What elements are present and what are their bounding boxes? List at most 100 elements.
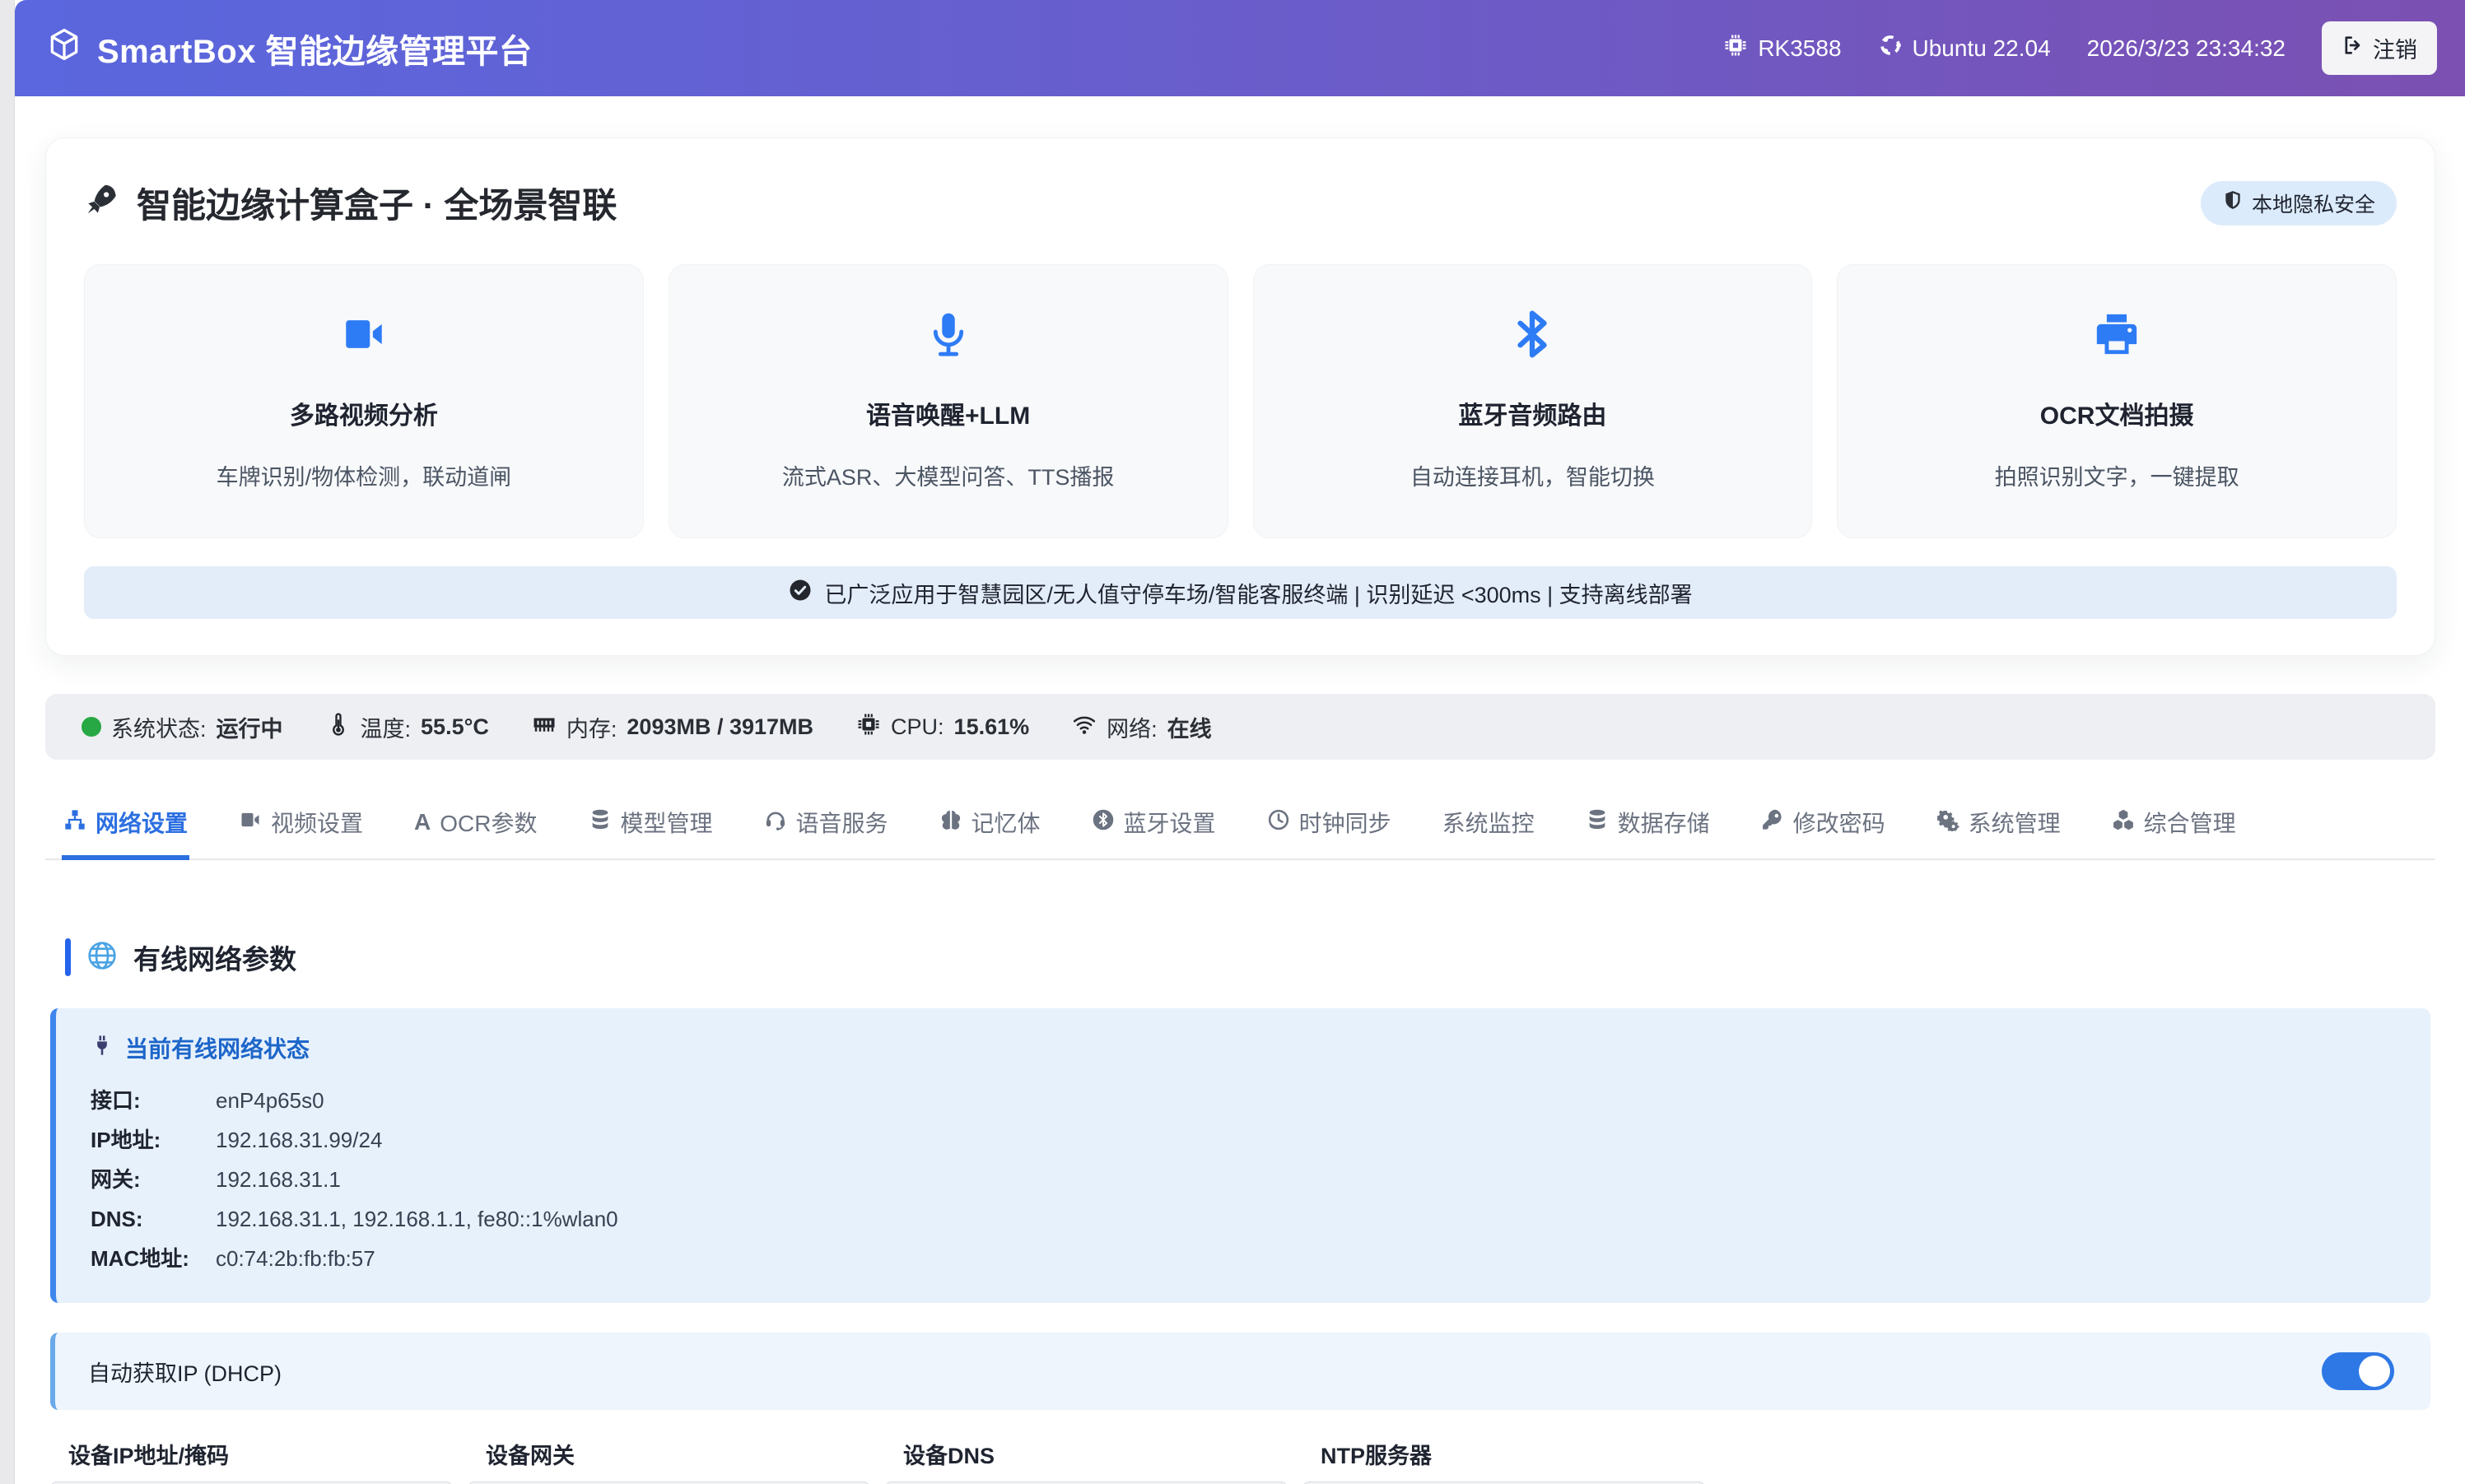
sitemap-icon [63,808,86,837]
tab-label: 修改密码 [1793,806,1885,839]
tab-change-password[interactable]: 修改密码 [1759,793,1887,860]
feature-title: 多路视频分析 [105,395,623,431]
tab-label: OCR参数 [440,806,537,839]
status-item-temperature: 温度: 55.5°C [326,711,489,743]
tab-clock-sync[interactable]: 时钟同步 [1265,793,1393,860]
database-icon [589,808,612,837]
hero-head: 智能边缘计算盒子 · 全场景智联 本地隐私安全 [84,178,2397,228]
privacy-badge: 本地隐私安全 [2201,181,2397,226]
field-label: 设备网关 [468,1438,870,1470]
feature-desc: 车牌识别/物体检测，联动道闸 [105,459,623,491]
headset-icon [764,808,787,837]
status-label: 温度: [361,711,412,743]
tab-memory[interactable]: 记忆体 [938,793,1042,860]
section-title: 有线网络参数 [133,937,296,977]
net-row-label: 网关: [91,1160,199,1199]
tab-system-monitor[interactable]: 系统监控 [1441,793,1536,860]
feature-desc: 流式ASR、大模型问答、TTS播报 [689,459,1208,491]
wired-network-status-panel: 当前有线网络状态 接口: enP4p65s0 IP地址: 192.168.31.… [50,1008,2430,1303]
tab-label: 系统管理 [1969,806,2061,839]
field-device-ip: 设备IP地址/掩码 [50,1438,453,1484]
net-row-label: IP地址: [91,1120,199,1160]
tab-label: 视频设置 [271,806,363,839]
chip-label: RK3588 [1758,35,1841,62]
os-meta: Ubuntu 22.04 [1878,33,2051,63]
net-row-value: c0:74:2b:fb:fb:57 [216,1239,375,1278]
page: SmartBox 智能边缘管理平台 RK3588 Ubuntu 22.04 20… [0,0,2465,1484]
hero-banner-text: 已广泛应用于智慧园区/无人值守停车场/智能客服终端 | 识别延迟 <300ms … [824,577,1692,609]
bluetooth-circle-icon [1092,808,1115,837]
tab-label: 系统监控 [1442,806,1535,839]
chip-meta: RK3588 [1723,33,1841,63]
status-label: 内存: [566,711,617,743]
video-camera-icon [105,309,623,359]
status-value: 55.5°C [421,714,489,740]
chip-icon [1723,33,1748,63]
field-device-dns: 设备DNS [885,1438,1288,1484]
database-icon [1586,808,1609,837]
brand: SmartBox 智能边缘管理平台 [46,25,533,72]
feature-desc: 拍照识别文字，一键提取 [1857,459,2376,491]
feature-title: 语音唤醒+LLM [689,395,1208,431]
thermometer-icon [326,712,351,742]
status-item-cpu: CPU: 15.61% [856,712,1029,742]
tab-network-settings[interactable]: 网络设置 [62,793,189,860]
net-row-label: MAC地址: [91,1239,199,1278]
status-value: 运行中 [217,711,283,743]
feature-desc: 自动连接耳机，智能切换 [1274,459,1792,491]
datetime: 2026/3/23 23:34:32 [2087,35,2286,62]
net-row-mac: MAC地址: c0:74:2b:fb:fb:57 [91,1239,2397,1278]
tab-label: 网络设置 [96,806,188,839]
check-circle-icon [788,578,813,608]
tab-data-storage[interactable]: 数据存储 [1584,793,1712,860]
wifi-icon [1072,712,1097,742]
tab-ocr-params[interactable]: A OCR参数 [412,793,538,860]
dhcp-panel: 自动获取IP (DHCP) [50,1333,2430,1410]
logout-button[interactable]: 注销 [2322,21,2437,75]
tab-bluetooth-settings[interactable]: 蓝牙设置 [1090,793,1218,860]
hero-banner: 已广泛应用于智慧园区/无人值守停车场/智能客服终端 | 识别延迟 <300ms … [84,566,2397,619]
net-row-label: 接口: [91,1081,199,1120]
hero-title-row: 智能边缘计算盒子 · 全场景智联 [84,178,617,228]
logout-icon [2342,34,2365,63]
status-item-network: 网络: 在线 [1072,711,1212,743]
tab-comprehensive-management[interactable]: 综合管理 [2110,793,2238,860]
net-row-dns: DNS: 192.168.31.1, 192.168.1.1, fe80::1%… [91,1199,2397,1239]
feature-card-bluetooth: 蓝牙音频路由 自动连接耳机，智能切换 [1253,264,1813,538]
section-head: 有线网络参数 [65,937,2430,977]
dhcp-toggle-knob [2359,1356,2390,1387]
net-row-gateway: 网关: 192.168.31.1 [91,1160,2397,1199]
field-ntp-server: NTP服务器 [1302,1438,1705,1484]
tab-model-management[interactable]: 模型管理 [587,793,715,860]
status-label: CPU: [891,714,944,740]
gears-icon [1936,808,1959,837]
dhcp-toggle[interactable] [2322,1352,2394,1390]
net-row-ip: IP地址: 192.168.31.99/24 [91,1120,2397,1160]
tab-system-management[interactable]: 系统管理 [1935,793,2062,860]
tab-label: 综合管理 [2144,806,2236,839]
status-dot [82,717,101,737]
field-label: 设备DNS [885,1438,1288,1470]
tab-video-settings[interactable]: 视频设置 [237,793,365,860]
plug-icon [91,1034,114,1063]
status-label: 网络: [1107,711,1158,743]
system-status-bar: 系统状态: 运行中 温度: 55.5°C 内存: 2093MB / 3917MB… [45,694,2435,760]
printer-icon [1857,309,2376,359]
content: SmartBox 智能边缘管理平台 RK3588 Ubuntu 22.04 20… [15,0,2465,1484]
cpu-icon [856,712,881,742]
rocket-icon [84,181,120,226]
feature-card-ocr: OCR文档拍摄 拍照识别文字，一键提取 [1837,264,2397,538]
memory-icon [532,712,557,742]
field-label: NTP服务器 [1302,1438,1705,1470]
header-right: RK3588 Ubuntu 22.04 2026/3/23 23:34:32 注… [1723,21,2437,75]
cube-logo-icon [46,26,82,71]
feature-cards: 多路视频分析 车牌识别/物体检测，联动道闸 语音唤醒+LLM 流式ASR、大模型… [84,264,2397,538]
status-value: 2093MB / 3917MB [627,714,813,740]
bluetooth-icon [1274,309,1792,359]
clock-icon [1267,808,1290,837]
left-gutter [0,0,15,1484]
tab-voice-service[interactable]: 语音服务 [762,793,890,860]
app-title: SmartBox 智能边缘管理平台 [97,25,533,72]
net-row-interface: 接口: enP4p65s0 [91,1081,2397,1120]
header: SmartBox 智能边缘管理平台 RK3588 Ubuntu 22.04 20… [15,0,2465,96]
